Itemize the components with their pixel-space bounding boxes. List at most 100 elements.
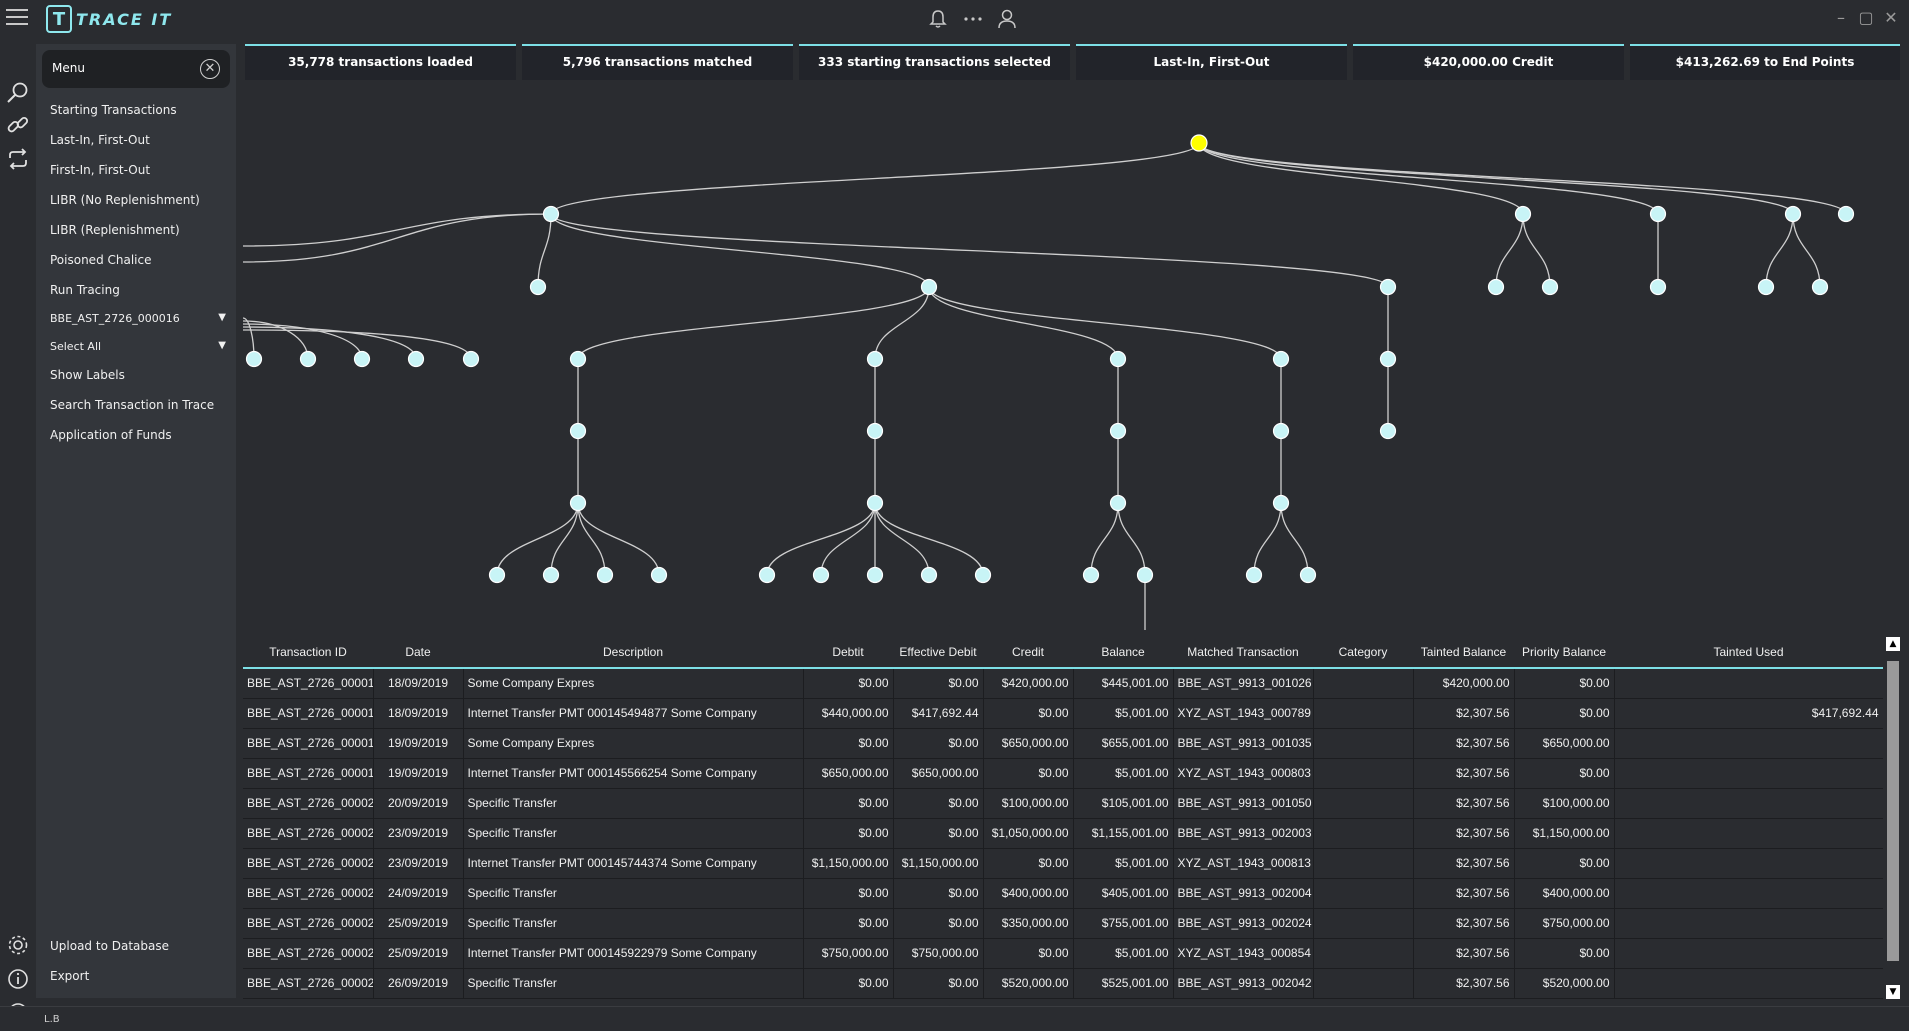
tree-node[interactable] xyxy=(1245,566,1263,584)
menu-item-search-transaction[interactable]: Search Transaction in Trace xyxy=(50,398,214,412)
tree-node[interactable] xyxy=(974,566,992,584)
tree-node[interactable] xyxy=(462,350,480,368)
tree-root-node[interactable] xyxy=(1190,134,1208,152)
scroll-up-icon[interactable]: ▲ xyxy=(1886,637,1900,651)
tree-node[interactable] xyxy=(1272,494,1290,512)
tree-node[interactable] xyxy=(407,350,425,368)
column-header[interactable]: Tainted Used xyxy=(1614,637,1883,669)
tree-node[interactable] xyxy=(1082,566,1100,584)
link-icon[interactable] xyxy=(5,113,31,139)
column-header[interactable]: Effective Debit xyxy=(893,637,983,669)
tree-node[interactable] xyxy=(569,350,587,368)
tree-node[interactable] xyxy=(542,205,560,223)
menu-item-export[interactable]: Export xyxy=(50,969,89,983)
tree-node[interactable] xyxy=(1272,350,1290,368)
tree-node[interactable] xyxy=(542,566,560,584)
table-row[interactable]: BBE_AST_2726_000019 19/09/2019 Internet Tr… xyxy=(243,758,1883,789)
tree-node[interactable] xyxy=(1379,422,1397,440)
close-icon[interactable]: ✕ xyxy=(1882,9,1900,27)
tree-node[interactable] xyxy=(488,566,506,584)
tree-node[interactable] xyxy=(920,566,938,584)
more-icon[interactable] xyxy=(962,8,984,30)
column-header[interactable]: Date xyxy=(373,637,463,669)
table-row[interactable]: BBE_AST_2726_000024 25/09/2019 Specific Tr… xyxy=(243,908,1883,939)
menu-item-fifo[interactable]: First-In, First-Out xyxy=(50,163,150,177)
tree-node[interactable] xyxy=(866,350,884,368)
tree-node[interactable] xyxy=(1379,350,1397,368)
scroll-thumb[interactable] xyxy=(1887,661,1899,961)
column-header[interactable]: Transaction ID xyxy=(243,637,373,669)
tree-node[interactable] xyxy=(812,566,830,584)
tree-node[interactable] xyxy=(596,566,614,584)
tree-node[interactable] xyxy=(529,278,547,296)
tree-node[interactable] xyxy=(866,422,884,440)
menu-close-icon[interactable]: ✕ xyxy=(200,59,220,79)
table-row[interactable]: BBE_AST_2726_000025 25/09/2019 Internet Tr… xyxy=(243,938,1883,969)
column-header[interactable]: Balance xyxy=(1073,637,1173,669)
info-icon[interactable] xyxy=(5,966,31,992)
tree-node[interactable] xyxy=(1487,278,1505,296)
tree-node[interactable] xyxy=(245,350,263,368)
tree-node[interactable] xyxy=(650,566,668,584)
gear-icon[interactable] xyxy=(5,932,31,958)
column-header[interactable]: Priority Balance xyxy=(1514,637,1614,669)
tree-node[interactable] xyxy=(569,494,587,512)
tree-node[interactable] xyxy=(1379,278,1397,296)
minimize-icon[interactable]: – xyxy=(1832,9,1850,27)
menu-item-upload-to-database[interactable]: Upload to Database xyxy=(50,939,169,953)
tree-node[interactable] xyxy=(1109,422,1127,440)
tree-node[interactable] xyxy=(1272,422,1290,440)
search-icon[interactable] xyxy=(5,80,31,106)
trace-tree-graph[interactable] xyxy=(243,90,1903,630)
tree-node[interactable] xyxy=(1109,350,1127,368)
scroll-down-icon[interactable]: ▼ xyxy=(1886,985,1900,999)
tree-node[interactable] xyxy=(299,350,317,368)
transaction-select[interactable]: BBE_AST_2726_000016 ▼ xyxy=(48,308,228,330)
user-icon[interactable] xyxy=(996,8,1018,30)
menu-item-starting-transactions[interactable]: Starting Transactions xyxy=(50,103,177,117)
tree-node[interactable] xyxy=(1837,205,1855,223)
table-row[interactable]: BBE_AST_2726_000021 23/09/2019 Specific Tr… xyxy=(243,818,1883,849)
tree-node[interactable] xyxy=(569,422,587,440)
tree-node[interactable] xyxy=(1649,205,1667,223)
bell-icon[interactable] xyxy=(927,8,949,30)
hamburger-menu-icon[interactable] xyxy=(6,9,28,29)
column-header[interactable]: Category xyxy=(1313,637,1413,669)
maximize-icon[interactable]: ▢ xyxy=(1857,9,1875,27)
table-row[interactable]: BBE_AST_2726_000016 18/09/2019 Some Compan… xyxy=(243,668,1883,699)
menu-item-show-labels[interactable]: Show Labels xyxy=(50,368,125,382)
menu-item-poisoned-chalice[interactable]: Poisoned Chalice xyxy=(50,253,151,267)
menu-item-libr-replenishment[interactable]: LIBR (Replenishment) xyxy=(50,223,180,237)
table-row[interactable]: BBE_AST_2726_000022 23/09/2019 Internet Tr… xyxy=(243,848,1883,879)
column-header[interactable]: Credit xyxy=(983,637,1073,669)
tree-node[interactable] xyxy=(1514,205,1532,223)
menu-item-application-of-funds[interactable]: Application of Funds xyxy=(50,428,172,442)
tree-node[interactable] xyxy=(758,566,776,584)
menu-item-run-tracing[interactable]: Run Tracing xyxy=(50,283,120,297)
table-row[interactable]: BBE_AST_2726_000017 18/09/2019 Internet Tr… xyxy=(243,698,1883,729)
menu-item-lifo[interactable]: Last-In, First-Out xyxy=(50,133,150,147)
tree-node[interactable] xyxy=(353,350,371,368)
tree-node[interactable] xyxy=(1299,566,1317,584)
refresh-icon[interactable] xyxy=(5,146,31,172)
column-header[interactable]: Description xyxy=(463,637,803,669)
tree-node[interactable] xyxy=(1649,278,1667,296)
table-scrollbar[interactable]: ▲ ▼ xyxy=(1886,637,1900,999)
column-header[interactable]: Matched Transaction xyxy=(1173,637,1313,669)
table-row[interactable]: BBE_AST_2726_000018 19/09/2019 Some Compan… xyxy=(243,728,1883,759)
filter-select[interactable]: Select All ▼ xyxy=(48,336,228,358)
tree-node[interactable] xyxy=(1541,278,1559,296)
tree-node[interactable] xyxy=(1757,278,1775,296)
tree-node[interactable] xyxy=(1136,566,1154,584)
table-row[interactable]: BBE_AST_2726_000026 26/09/2019 Specific Tr… xyxy=(243,968,1883,999)
table-row[interactable]: BBE_AST_2726_000023 24/09/2019 Specific Tr… xyxy=(243,878,1883,909)
tree-node[interactable] xyxy=(1784,205,1802,223)
menu-item-libr-no-replenishment[interactable]: LIBR (No Replenishment) xyxy=(50,193,200,207)
column-header[interactable]: Debtit xyxy=(803,637,893,669)
tree-node[interactable] xyxy=(866,566,884,584)
column-header[interactable]: Tainted Balance xyxy=(1413,637,1514,669)
tree-node[interactable] xyxy=(920,278,938,296)
tree-node[interactable] xyxy=(866,494,884,512)
tree-node[interactable] xyxy=(1811,278,1829,296)
tree-node[interactable] xyxy=(1109,494,1127,512)
